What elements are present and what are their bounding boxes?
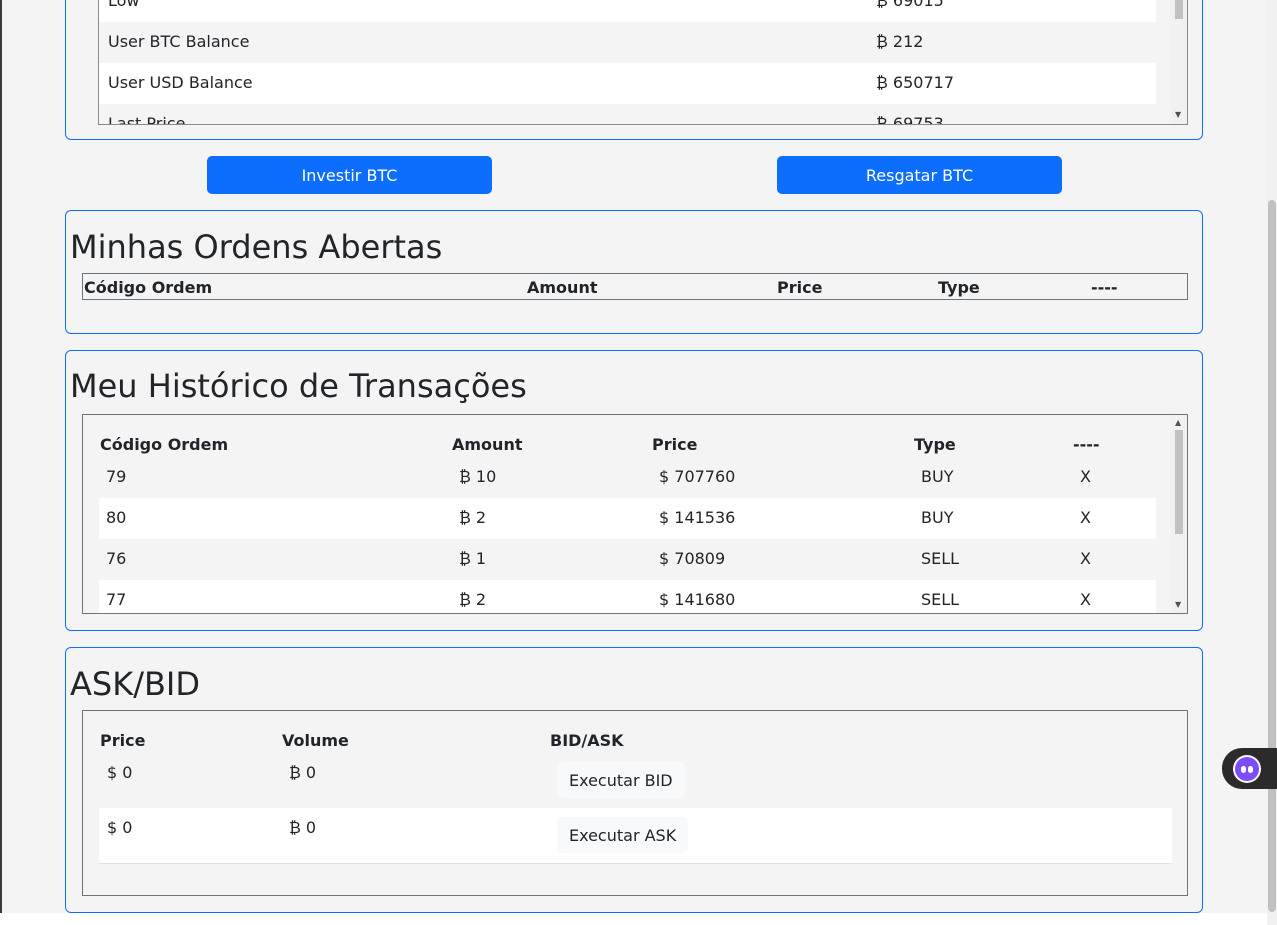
order-amount: ₿ 1 — [459, 549, 487, 568]
stats-label: Last Price — [108, 114, 186, 125]
stats-value: ₿ 212 — [876, 32, 924, 51]
column-header-action: ---- — [1073, 435, 1100, 454]
order-code: 80 — [106, 508, 127, 527]
table-row: $ 0 ₿ 0 Executar BID — [99, 753, 1172, 809]
scroll-up-arrow-icon[interactable]: ▲ — [1175, 419, 1181, 427]
column-header-amount: Amount — [452, 435, 523, 454]
market-stats-table[interactable]: Low ₿ 69015 User BTC Balance ₿ 212 User … — [98, 0, 1188, 125]
stats-label: Low — [108, 0, 140, 10]
column-header-amount: Amount — [527, 278, 598, 297]
column-header-type: Type — [938, 278, 980, 297]
order-price: $ 707760 — [659, 467, 736, 486]
order-code: 77 — [106, 590, 127, 609]
stats-label: User BTC Balance — [108, 32, 250, 51]
order-price: $ 141536 — [659, 508, 736, 527]
remove-order-button[interactable]: X — [1080, 467, 1091, 486]
ask-bid-table: Price Volume BID/ASK $ 0 ₿ 0 Executar BI… — [82, 710, 1188, 896]
stats-scrollbar-thumb[interactable] — [1175, 0, 1183, 19]
order-type: SELL — [921, 549, 960, 568]
redeem-btc-button[interactable]: Resgatar BTC — [777, 156, 1062, 194]
order-type: BUY — [921, 467, 954, 486]
stats-value: ₿ 650717 — [876, 73, 955, 92]
assistant-launcher-button[interactable] — [1222, 748, 1277, 789]
stats-row-last-price: Last Price ₿ 69753 — [99, 104, 1156, 125]
bottom-strip — [0, 913, 1267, 925]
order-price: $ 70809 — [659, 549, 726, 568]
remove-order-button[interactable]: X — [1080, 549, 1091, 568]
execute-bid-button[interactable]: Executar BID — [557, 762, 685, 798]
column-header-price: Price — [777, 278, 823, 297]
scroll-down-arrow-icon[interactable]: ▼ — [1175, 601, 1181, 609]
order-amount: ₿ 2 — [459, 508, 487, 527]
ask-bid-panel: ASK/BID Price Volume BID/ASK $ 0 ₿ 0 Exe… — [65, 647, 1203, 913]
remove-order-button[interactable]: X — [1080, 508, 1091, 527]
history-table[interactable]: Código Ordem Amount Price Type ---- 79 ₿… — [82, 414, 1188, 614]
history-scrollbar[interactable]: ▲ ▼ — [1171, 415, 1187, 613]
order-price: $ 141680 — [659, 590, 736, 609]
order-type: SELL — [921, 590, 960, 609]
open-orders-title: Minhas Ordens Abertas — [70, 228, 443, 266]
invest-btc-button[interactable]: Investir BTC — [207, 156, 492, 194]
bid-volume: ₿ 0 — [289, 763, 317, 782]
open-orders-table: Código Ordem Amount Price Type ---- — [82, 273, 1188, 300]
market-stats-panel: Low ₿ 69015 User BTC Balance ₿ 212 User … — [65, 0, 1203, 140]
ask-bid-title: ASK/BID — [70, 665, 200, 703]
assistant-bot-icon — [1235, 757, 1259, 781]
column-header-action: ---- — [1091, 278, 1118, 297]
scroll-down-arrow-icon[interactable]: ▼ — [1175, 111, 1181, 119]
transaction-history-panel: Meu Histórico de Transações Código Ordem… — [65, 350, 1203, 631]
stats-row-btc-balance: User BTC Balance ₿ 212 — [99, 22, 1156, 64]
stats-scrollbar[interactable]: ▼ — [1171, 0, 1187, 124]
stats-value: ₿ 69753 — [876, 114, 944, 125]
column-header-volume: Volume — [282, 731, 349, 750]
order-amount: ₿ 10 — [459, 467, 497, 486]
open-orders-panel: Minhas Ordens Abertas Código Ordem Amoun… — [65, 210, 1203, 334]
column-header-code: Código Ordem — [100, 435, 229, 454]
remove-order-button[interactable]: X — [1080, 590, 1091, 609]
history-title: Meu Histórico de Transações — [70, 367, 527, 405]
execute-ask-button[interactable]: Executar ASK — [557, 817, 689, 853]
ask-volume: ₿ 0 — [289, 818, 317, 837]
column-header-type: Type — [914, 435, 956, 454]
column-header-bid-ask: BID/ASK — [550, 731, 624, 750]
order-code: 79 — [106, 467, 127, 486]
page-scrollbar-thumb[interactable] — [1268, 200, 1276, 912]
table-row: 80 ₿ 2 $ 141536 BUY X — [99, 498, 1156, 540]
stats-row-low: Low ₿ 69015 — [99, 0, 1156, 23]
column-header-price: Price — [100, 731, 146, 750]
stats-value: ₿ 69015 — [876, 0, 944, 10]
column-header-price: Price — [652, 435, 698, 454]
stats-row-usd-balance: User USD Balance ₿ 650717 — [99, 63, 1156, 105]
order-type: BUY — [921, 508, 954, 527]
history-scrollbar-thumb[interactable] — [1175, 430, 1183, 534]
table-row: 76 ₿ 1 $ 70809 SELL X — [99, 539, 1156, 581]
table-row: 77 ₿ 2 $ 141680 SELL X — [99, 580, 1156, 613]
table-row: $ 0 ₿ 0 Executar ASK — [99, 808, 1172, 864]
bid-price: $ 0 — [107, 763, 133, 782]
column-header-code: Código Ordem — [84, 278, 213, 297]
order-code: 76 — [106, 549, 127, 568]
order-amount: ₿ 2 — [459, 590, 487, 609]
stats-label: User USD Balance — [108, 73, 253, 92]
ask-price: $ 0 — [107, 818, 133, 837]
table-row: 79 ₿ 10 $ 707760 BUY X — [99, 457, 1156, 499]
